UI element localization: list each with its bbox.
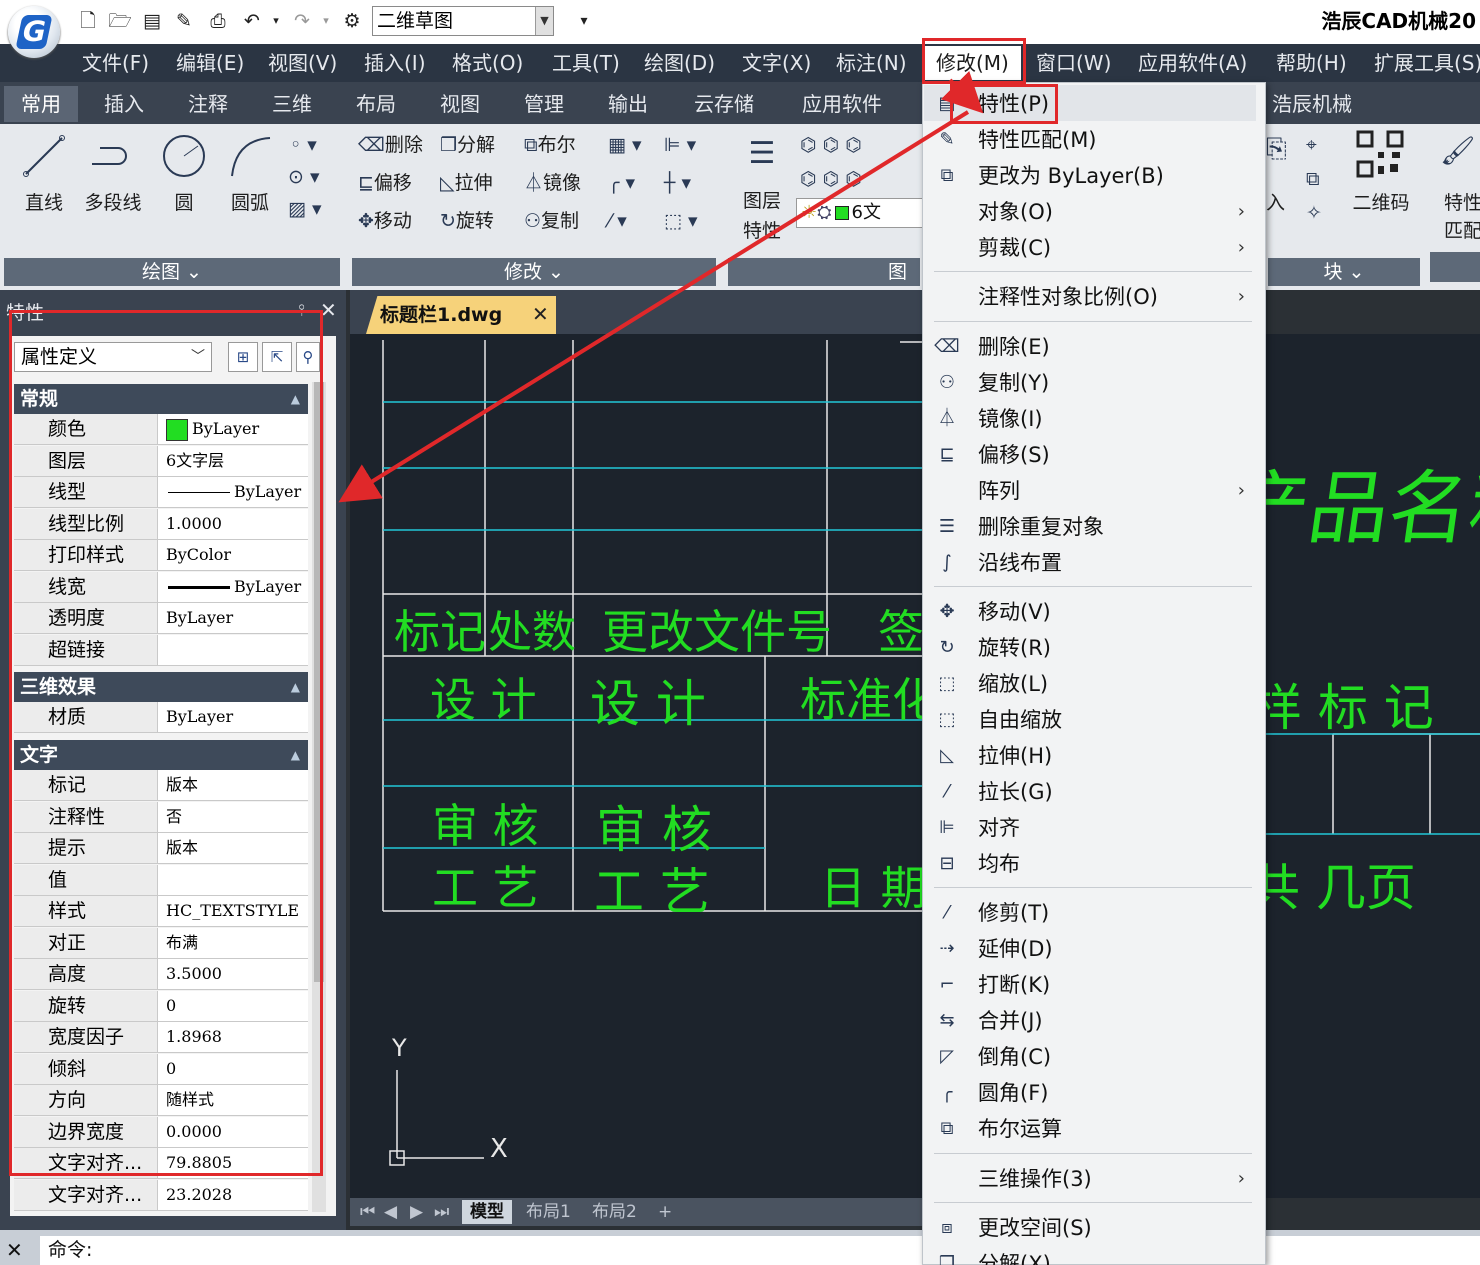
- app-logo-icon[interactable]: G: [8, 6, 60, 58]
- annotation-arrows: [338, 70, 984, 503]
